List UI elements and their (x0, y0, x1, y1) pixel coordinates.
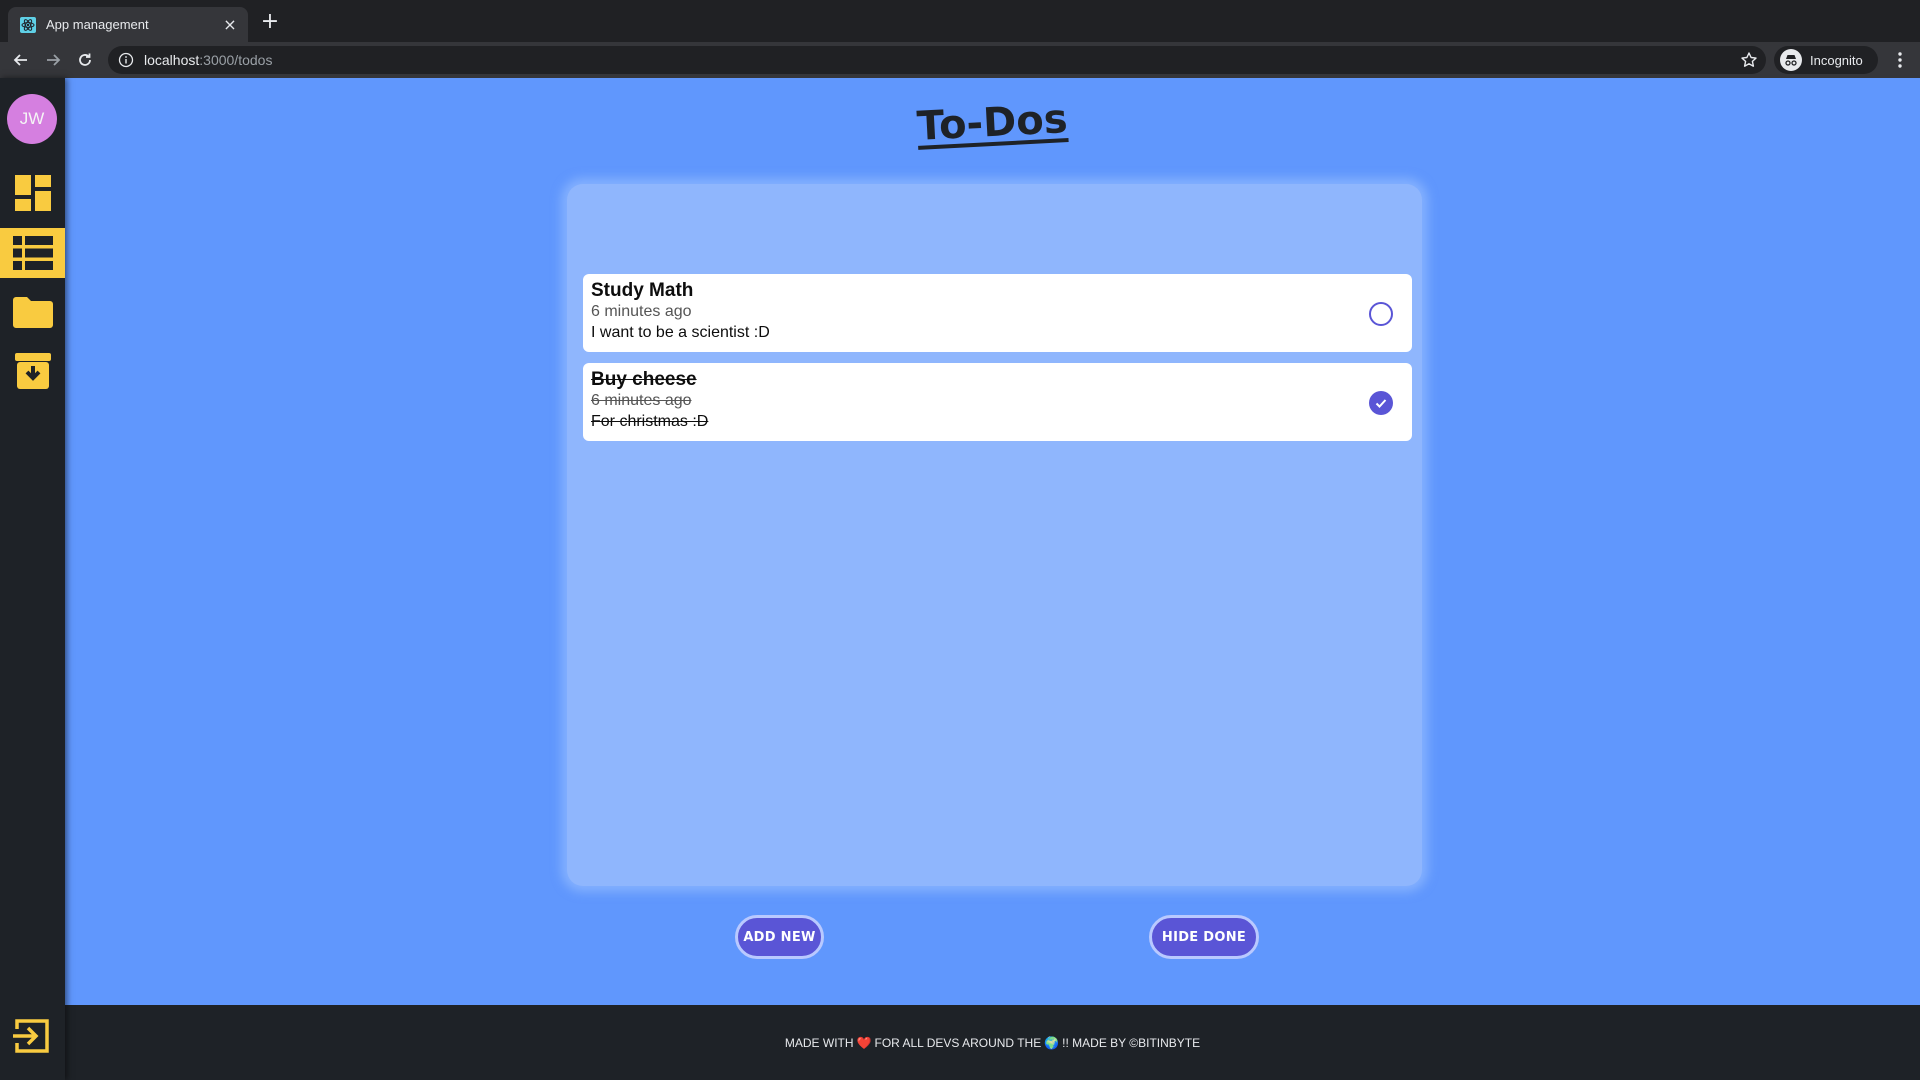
react-favicon-icon (20, 16, 36, 33)
incognito-label: Incognito (1810, 52, 1863, 68)
footer: MADE WITH ❤️ FOR ALL DEVS AROUND THE 🌍 !… (65, 1005, 1920, 1080)
heart-icon: ❤️ (856, 1035, 872, 1050)
logout-icon (13, 1019, 49, 1053)
check-icon (1375, 399, 1387, 408)
todo-board: Study Math 6 minutes ago I want to be a … (567, 184, 1422, 886)
incognito-badge[interactable]: Incognito (1774, 46, 1878, 74)
footer-text-2: FOR ALL DEVS AROUND THE (874, 1035, 1042, 1050)
reload-icon (79, 53, 91, 66)
footer-text-1: MADE WITH (784, 1035, 854, 1050)
todo-time: 6 minutes ago (591, 303, 692, 320)
todo-title: Study Math (591, 280, 694, 301)
close-tab-icon[interactable]: × (222, 16, 238, 33)
todo-card[interactable]: Study Math 6 minutes ago I want to be a … (583, 274, 1412, 352)
sidebar: JW (0, 78, 65, 1080)
url-text: localhost:3000/todos (144, 52, 272, 68)
url-host: localhost (144, 52, 200, 68)
forward-button[interactable] (37, 46, 69, 74)
todo-title: Buy cheese (591, 369, 697, 390)
browser-tab[interactable]: App management × (8, 7, 248, 42)
more-vert-icon[interactable] (1892, 50, 1908, 70)
avatar[interactable]: JW (7, 94, 57, 144)
incognito-icon (1780, 49, 1802, 71)
browser-toolbar: localhost:3000/todos Incognito (0, 42, 1920, 78)
page-title: To-Dos (65, 96, 1920, 150)
todo-checkbox-unchecked[interactable] (1369, 302, 1393, 326)
add-new-button[interactable]: ADD NEW (735, 915, 824, 959)
main-content: To-Dos Study Math 6 minutes ago I want t… (65, 78, 1920, 1005)
arrow-left-icon (13, 54, 27, 66)
sidebar-item-dashboard[interactable] (0, 168, 65, 218)
todo-card-done[interactable]: Buy cheese 6 minutes ago For christmas :… (583, 363, 1412, 441)
url-path: :3000/todos (199, 52, 273, 68)
hide-done-button[interactable]: HIDE DONE (1149, 915, 1259, 959)
app-root: JW To-Dos Study Math 6 minutes ago I wan… (0, 78, 1920, 1080)
arrow-right-icon (47, 54, 61, 66)
browser-tab-bar: App management × + (0, 0, 1920, 42)
footer-text-3: !! MADE BY ©BITINBYTE (1062, 1035, 1201, 1050)
sidebar-item-folder[interactable] (0, 287, 65, 337)
dashboard-icon (14, 175, 51, 211)
todo-checkbox-checked[interactable] (1369, 391, 1393, 415)
sidebar-item-todos[interactable] (0, 228, 65, 278)
sidebar-item-archive[interactable] (0, 346, 65, 396)
address-bar[interactable]: localhost:3000/todos (108, 46, 1766, 74)
bookmark-star-icon[interactable] (1740, 51, 1758, 69)
globe-icon: 🌍 (1044, 1035, 1060, 1050)
archive-download-icon (14, 353, 51, 389)
reload-button[interactable] (69, 46, 101, 74)
todo-description: For christmas :D (591, 413, 709, 430)
back-button[interactable] (5, 46, 37, 74)
todo-description: I want to be a scientist :D (591, 324, 770, 341)
logout-button[interactable] (13, 1017, 51, 1055)
folder-icon (12, 297, 53, 328)
new-tab-button[interactable]: + (260, 11, 280, 33)
page-title-text: To-Dos (916, 96, 1069, 150)
list-icon (12, 236, 53, 270)
tab-title: App management (46, 17, 149, 32)
todo-time: 6 minutes ago (591, 392, 692, 409)
info-icon[interactable] (118, 52, 134, 68)
